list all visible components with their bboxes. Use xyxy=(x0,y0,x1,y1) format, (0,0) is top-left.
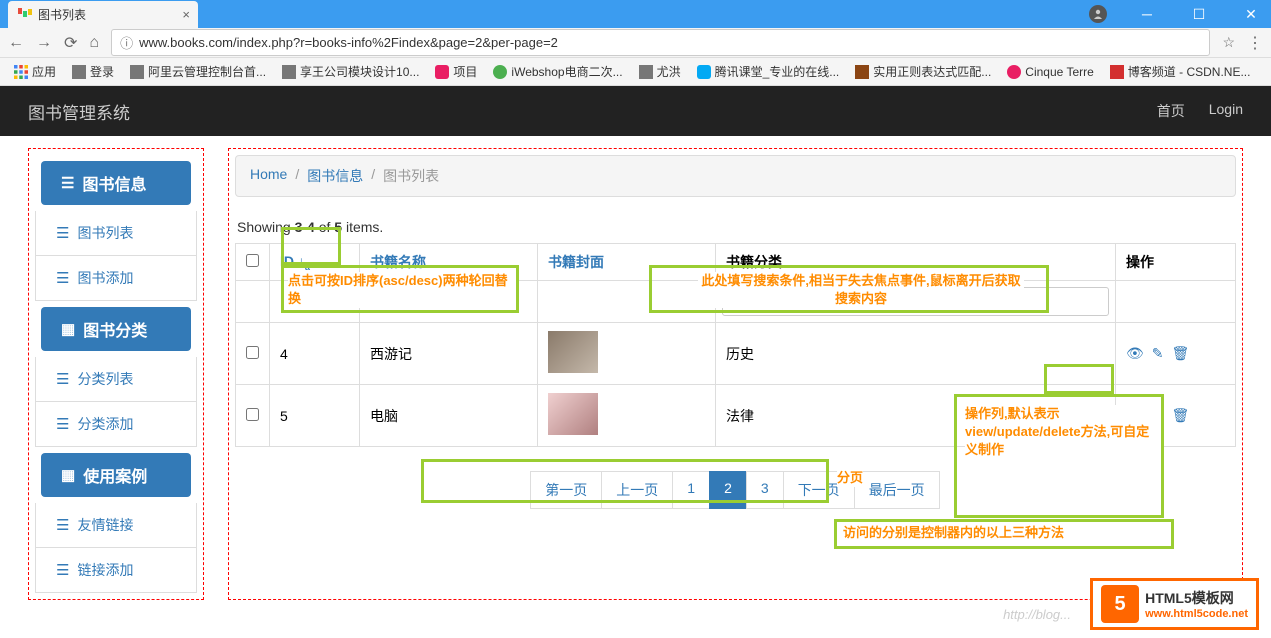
annotation-text: 分页 xyxy=(837,469,863,487)
row-checkbox[interactable] xyxy=(246,346,259,359)
sidebar-book-add[interactable]: ☰图书添加 xyxy=(36,256,196,300)
breadcrumb: Home/ 图书信息/ 图书列表 xyxy=(235,155,1236,197)
tab-title: 图书列表 xyxy=(38,6,86,23)
select-all-checkbox[interactable] xyxy=(246,254,259,267)
close-button[interactable]: ✕ xyxy=(1231,0,1271,28)
watermark-title: HTML5模板网 xyxy=(1145,588,1248,608)
annotation-text: 访问的分别是控制器内的以上三种方法 xyxy=(843,525,1064,540)
browser-tab-bar: 图书列表 × ─ ☐ ✕ xyxy=(0,0,1271,28)
calendar-icon: ▦ xyxy=(61,320,75,338)
annotation-box: 此处填写搜索条件,相当于失去焦点事件,鼠标离开后获取搜索内容 xyxy=(649,265,1049,313)
watermark-url: www.html5code.net xyxy=(1145,608,1248,620)
app-header: 图书管理系统 首页 Login xyxy=(0,86,1271,136)
sidebar-link-add[interactable]: ☰链接添加 xyxy=(36,548,196,592)
annotation-box xyxy=(1044,364,1114,394)
app-title: 图书管理系统 xyxy=(28,99,130,124)
home-icon[interactable]: ⌂ xyxy=(89,34,99,52)
sidebar-friend-link[interactable]: ☰友情链接 xyxy=(36,503,196,547)
main-content: Home/ 图书信息/ 图书列表 Showing 3-4 of 5 items.… xyxy=(228,148,1243,600)
row-checkbox[interactable] xyxy=(246,408,259,421)
header-cover[interactable]: 书籍封面 xyxy=(548,254,604,270)
bookmark-item[interactable]: iWebshop电商二次... xyxy=(487,61,628,82)
bookmark-item[interactable]: 项目 xyxy=(429,61,483,82)
breadcrumb-current: 图书列表 xyxy=(383,166,439,186)
list-icon: ☰ xyxy=(56,370,69,388)
sidebar-book-list[interactable]: ☰图书列表 xyxy=(36,211,196,255)
minimize-button[interactable]: ─ xyxy=(1127,0,1167,28)
bookmark-star-icon[interactable]: ☆ xyxy=(1222,34,1235,51)
browser-tab[interactable]: 图书列表 × xyxy=(8,1,198,28)
list-icon: ☰ xyxy=(56,516,69,534)
breadcrumb-book-info[interactable]: 图书信息 xyxy=(307,166,363,186)
bookmark-item[interactable]: 博客频道 - CSDN.NE... xyxy=(1104,61,1257,82)
edit-icon[interactable]: ✎ xyxy=(1152,345,1164,362)
maximize-button[interactable]: ☐ xyxy=(1179,0,1219,28)
list-icon: ☰ xyxy=(56,415,69,433)
bookmark-item[interactable]: 享王公司模块设计10... xyxy=(276,61,425,82)
apps-icon xyxy=(14,65,28,79)
info-icon: ⓘ xyxy=(120,33,133,52)
profile-avatar[interactable] xyxy=(1089,5,1107,23)
bookmark-item[interactable]: 尤洪 xyxy=(633,61,687,82)
apps-button[interactable]: 应用 xyxy=(8,61,62,82)
close-icon[interactable]: × xyxy=(182,7,190,22)
annotation-box: 操作列,默认表示view/update/delete方法,可自定义制作 xyxy=(954,394,1164,518)
bookmark-item[interactable]: 登录 xyxy=(66,61,120,82)
url-text: www.books.com/index.php?r=books-info%2Fi… xyxy=(139,35,558,50)
nav-home[interactable]: 首页 xyxy=(1157,101,1185,121)
sidebar: ☰图书信息 ☰图书列表 ☰图书添加 ▦图书分类 ☰分类列表 ☰分类添加 ▦使用案… xyxy=(28,148,204,600)
annotation-box xyxy=(421,459,829,503)
list-icon: ☰ xyxy=(56,269,69,287)
annotation-text: 操作列,默认表示view/update/delete方法,可自定义制作 xyxy=(965,405,1161,460)
page-last[interactable]: 最后一页 xyxy=(854,471,940,509)
list-icon: ☰ xyxy=(56,224,69,242)
annotation-box: 点击可按ID排序(asc/desc)两种轮回替换 xyxy=(281,265,519,313)
result-summary: Showing 3-4 of 5 items. xyxy=(235,215,1236,243)
browser-nav-bar: ← → ⟳ ⌂ ⓘ www.books.com/index.php?r=book… xyxy=(0,28,1271,58)
list-icon: ☰ xyxy=(61,174,74,192)
bookmark-item[interactable]: 腾讯课堂_专业的在线... xyxy=(691,61,846,82)
cell-name: 西游记 xyxy=(360,323,538,385)
list-icon: ☰ xyxy=(56,561,69,579)
cell-id: 4 xyxy=(270,323,360,385)
delete-icon[interactable]: 🗑 xyxy=(1172,407,1190,424)
sidebar-category-list[interactable]: ☰分类列表 xyxy=(36,357,196,401)
html5-badge: 5 xyxy=(1101,585,1139,623)
forward-icon[interactable]: → xyxy=(36,34,52,52)
tab-favicon xyxy=(18,8,32,22)
back-icon[interactable]: ← xyxy=(8,34,24,52)
annotation-box: 访问的分别是控制器内的以上三种方法 xyxy=(834,519,1174,549)
bookmark-item[interactable]: 阿里云管理控制台首... xyxy=(124,61,272,82)
nav-login[interactable]: Login xyxy=(1209,101,1243,121)
sidebar-book-info[interactable]: ☰图书信息 xyxy=(41,161,191,205)
menu-icon[interactable]: ⋮ xyxy=(1247,33,1263,53)
sidebar-use-case[interactable]: ▦使用案例 xyxy=(41,453,191,497)
sidebar-category-add[interactable]: ☰分类添加 xyxy=(36,402,196,446)
annotation-text: 点击可按ID排序(asc/desc)两种轮回替换 xyxy=(288,272,516,308)
bookmarks-bar: 应用 登录 阿里云管理控制台首... 享王公司模块设计10... 项目 iWeb… xyxy=(0,58,1271,86)
cell-name: 电脑 xyxy=(360,385,538,447)
blog-url-text: http://blog... xyxy=(1003,607,1071,622)
view-icon[interactable]: 👁 xyxy=(1126,345,1144,362)
cell-id: 5 xyxy=(270,385,360,447)
watermark: 5 HTML5模板网 www.html5code.net xyxy=(1090,578,1259,630)
breadcrumb-home[interactable]: Home xyxy=(250,166,287,186)
delete-icon[interactable]: 🗑 xyxy=(1172,345,1190,362)
annotation-box xyxy=(281,227,341,265)
address-bar[interactable]: ⓘ www.books.com/index.php?r=books-info%2… xyxy=(111,29,1210,56)
calendar-icon: ▦ xyxy=(61,466,75,484)
reload-icon[interactable]: ⟳ xyxy=(64,33,77,53)
cover-image xyxy=(548,331,598,373)
annotation-text: 此处填写搜索条件,相当于失去焦点事件,鼠标离开后获取搜索内容 xyxy=(698,272,1024,308)
sidebar-book-category[interactable]: ▦图书分类 xyxy=(41,307,191,351)
bookmark-item[interactable]: Cinque Terre xyxy=(1001,63,1099,81)
bookmark-item[interactable]: 实用正则表达式匹配... xyxy=(849,61,997,82)
cover-image xyxy=(548,393,598,435)
header-action: 操作 xyxy=(1126,254,1154,270)
